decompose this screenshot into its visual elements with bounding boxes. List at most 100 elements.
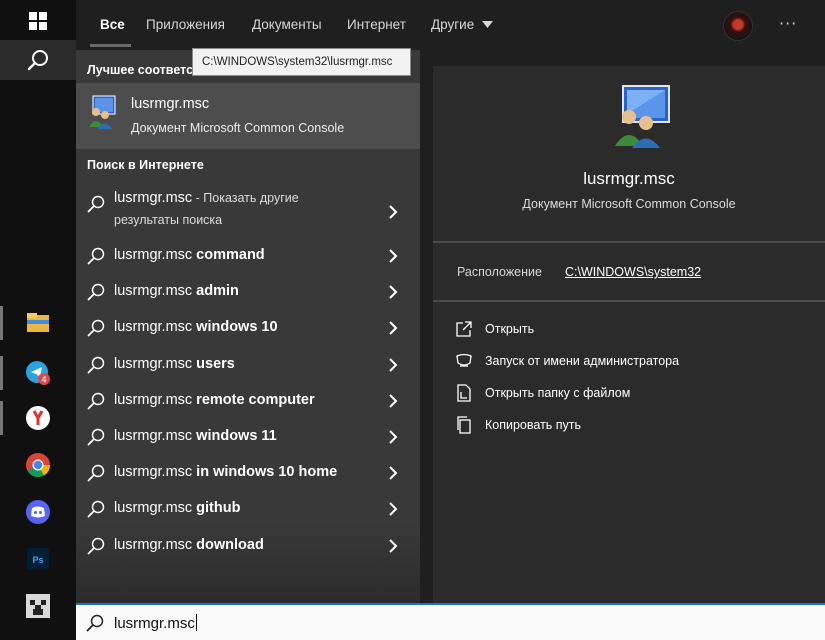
suggestion-base: lusrmgr.msc bbox=[114, 247, 197, 263]
telegram-icon: 4 bbox=[26, 361, 50, 385]
action-copy-path[interactable]: Копировать путь bbox=[455, 413, 815, 439]
chrome-icon bbox=[26, 453, 50, 478]
search-input-value: lusrmgr.msc bbox=[114, 615, 195, 632]
taskbar-app-telegram[interactable]: 4 bbox=[0, 350, 76, 396]
tab-all[interactable]: Все bbox=[100, 17, 125, 32]
chevron-right-icon bbox=[389, 321, 398, 335]
chevron-right-icon bbox=[389, 539, 398, 553]
chevron-right-icon bbox=[389, 502, 398, 516]
location-link[interactable]: C:\WINDOWS\system32 bbox=[565, 265, 701, 279]
web-suggestion-item[interactable]: lusrmgr.msc remote computer bbox=[76, 383, 420, 419]
search-input[interactable]: lusrmgr.msc bbox=[114, 614, 197, 632]
search-icon bbox=[87, 464, 105, 482]
yandex-browser-icon bbox=[26, 406, 50, 430]
text-caret bbox=[195, 614, 197, 631]
action-run-as-admin[interactable]: Запуск от имени администратора bbox=[455, 349, 815, 375]
web-search-heading: Поиск в Интернете bbox=[87, 158, 204, 172]
search-box[interactable]: lusrmgr.msc bbox=[76, 603, 825, 640]
suggestion-text: lusrmgr.msc download bbox=[114, 537, 264, 553]
taskbar: 4 Ps bbox=[0, 0, 76, 640]
chevron-right-icon bbox=[389, 430, 398, 444]
chevron-right-icon bbox=[389, 466, 398, 480]
chevron-right-icon bbox=[389, 205, 398, 219]
taskbar-app-yandex-browser[interactable] bbox=[0, 395, 76, 441]
web-result-title: lusrmgr.msc - Показать другие bbox=[114, 190, 299, 206]
search-icon bbox=[87, 356, 105, 374]
tab-web[interactable]: Интернет bbox=[347, 17, 406, 32]
search-icon bbox=[27, 50, 48, 71]
taskbar-app-photoshop[interactable]: Ps bbox=[0, 536, 76, 582]
web-result-query: lusrmgr.msc bbox=[114, 190, 193, 206]
suggestion-base: lusrmgr.msc bbox=[114, 356, 197, 372]
best-match-title: lusrmgr.msc bbox=[131, 96, 210, 112]
tab-other-label: Другие bbox=[431, 17, 475, 32]
action-run-as-admin-label: Запуск от имени администратора bbox=[485, 354, 680, 368]
chevron-right-icon bbox=[389, 285, 398, 299]
search-icon bbox=[87, 319, 105, 337]
taskbar-app-chrome[interactable] bbox=[0, 442, 76, 488]
taskbar-app-minecraft[interactable] bbox=[0, 583, 76, 629]
windows-logo-icon bbox=[29, 12, 47, 30]
mmc-file-large-icon bbox=[615, 85, 670, 148]
suggestion-completion: remote computer bbox=[196, 392, 315, 408]
suggestion-completion: github bbox=[196, 500, 241, 516]
suggestion-completion: command bbox=[196, 247, 265, 263]
suggestion-text: lusrmgr.msc windows 10 bbox=[114, 319, 278, 335]
copy-icon bbox=[457, 416, 471, 434]
suggestion-base: lusrmgr.msc bbox=[114, 319, 197, 335]
suggestion-text: lusrmgr.msc remote computer bbox=[114, 392, 315, 408]
file-location-icon bbox=[457, 384, 471, 402]
search-icon bbox=[87, 195, 105, 213]
suggestion-text: lusrmgr.msc users bbox=[114, 356, 235, 372]
suggestion-base: lusrmgr.msc bbox=[114, 500, 197, 516]
web-suggestion-item[interactable]: lusrmgr.msc users bbox=[76, 347, 420, 383]
action-open-file-location[interactable]: Открыть папку с файлом bbox=[455, 381, 815, 407]
action-open-label: Открыть bbox=[485, 322, 535, 336]
tab-apps[interactable]: Приложения bbox=[146, 17, 225, 32]
web-suggestion-item[interactable]: lusrmgr.msc github bbox=[76, 491, 420, 527]
web-suggestion-item[interactable]: lusrmgr.msc admin bbox=[76, 274, 420, 310]
web-result-show-more[interactable]: lusrmgr.msc - Показать другие результаты… bbox=[76, 186, 420, 238]
taskbar-app-discord[interactable] bbox=[0, 489, 76, 535]
search-icon bbox=[87, 283, 105, 301]
suggestion-completion: windows 11 bbox=[196, 428, 277, 444]
suggestion-completion: admin bbox=[196, 283, 239, 299]
taskbar-search-button[interactable] bbox=[0, 40, 76, 80]
web-result-line2: результаты поиска bbox=[114, 213, 223, 227]
discord-icon bbox=[26, 500, 50, 524]
web-suggestion-item[interactable]: lusrmgr.msc download bbox=[76, 528, 420, 564]
search-icon bbox=[87, 392, 105, 410]
suggestion-text: lusrmgr.msc github bbox=[114, 500, 240, 516]
suggestion-text: lusrmgr.msc admin bbox=[114, 283, 239, 299]
minecraft-icon bbox=[26, 594, 50, 618]
search-scope-tabs: Все Приложения Документы Интернет Другие… bbox=[76, 0, 825, 50]
suggestion-base: lusrmgr.msc bbox=[114, 428, 197, 444]
search-icon bbox=[87, 428, 105, 446]
action-copy-path-label: Копировать путь bbox=[485, 418, 582, 432]
chevron-right-icon bbox=[389, 394, 398, 408]
suggestion-text: lusrmgr.msc windows 11 bbox=[114, 428, 277, 444]
location-label: Расположение bbox=[457, 265, 542, 279]
results-pane: Лучшее соответствие lusrmgr.msc Документ… bbox=[76, 50, 420, 603]
photoshop-icon: Ps bbox=[27, 548, 49, 570]
running-indicator bbox=[0, 356, 3, 390]
action-open[interactable]: Открыть bbox=[455, 317, 815, 343]
open-icon bbox=[456, 321, 472, 337]
suggestion-text: lusrmgr.msc in windows 10 home bbox=[114, 464, 337, 480]
best-match-item[interactable]: lusrmgr.msc Документ Microsoft Common Co… bbox=[76, 83, 420, 149]
suggestion-base: lusrmgr.msc bbox=[114, 283, 197, 299]
avatar[interactable] bbox=[723, 11, 753, 41]
start-button[interactable] bbox=[0, 0, 76, 42]
running-indicator bbox=[0, 401, 3, 435]
web-suggestion-item[interactable]: lusrmgr.msc windows 11 bbox=[76, 419, 420, 455]
suggestion-completion: in windows 10 home bbox=[196, 464, 338, 480]
web-suggestion-item[interactable]: lusrmgr.msc in windows 10 home bbox=[76, 455, 420, 491]
tab-other[interactable]: Другие bbox=[431, 17, 493, 32]
web-suggestion-item[interactable]: lusrmgr.msc windows 10 bbox=[76, 310, 420, 346]
more-options-button[interactable]: ··· bbox=[779, 14, 797, 33]
telegram-badge: 4 bbox=[41, 375, 46, 385]
file-explorer-icon bbox=[27, 313, 49, 332]
taskbar-app-file-explorer[interactable] bbox=[0, 300, 76, 346]
tab-documents[interactable]: Документы bbox=[252, 17, 322, 32]
web-suggestion-item[interactable]: lusrmgr.msc command bbox=[76, 238, 420, 274]
